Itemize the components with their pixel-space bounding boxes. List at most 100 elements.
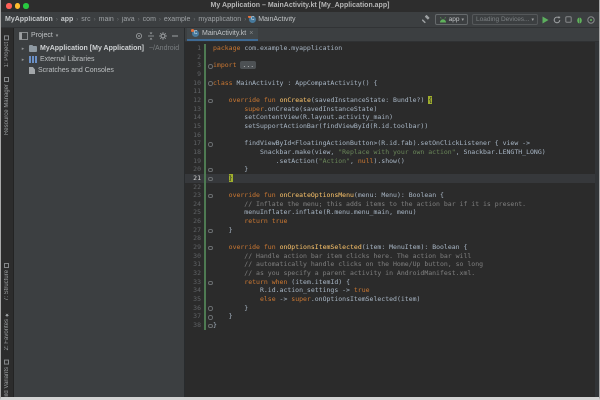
fold-marker-icon[interactable]	[206, 226, 213, 235]
main-content: 1: Project Resource Manager 7: Structure 2…	[1, 28, 599, 397]
code-line-29[interactable]: 29 override fun onOptionsItemSelected(it…	[185, 243, 599, 252]
code-line-15[interactable]: 15 setSupportActionBar(findViewById(R.id…	[185, 122, 599, 131]
tool-stripe-button-resource-manager[interactable]: Resource Manager	[4, 77, 10, 135]
tree-item-folder[interactable]: ▸MyApplication [My Application]~/Android	[14, 43, 184, 54]
code-line-34[interactable]: 34 R.id.action_settings -> true	[185, 286, 599, 295]
locate-file-icon[interactable]	[134, 31, 143, 40]
hide-panel-icon[interactable]	[170, 31, 179, 40]
settings-gear-icon[interactable]	[158, 31, 167, 40]
code-line-26[interactable]: 26 return true	[185, 217, 599, 226]
collapse-all-icon[interactable]	[146, 31, 155, 40]
code-line-25[interactable]: 25 menuInflater.inflate(R.menu.menu_main…	[185, 208, 599, 217]
code-line-3[interactable]: 3import ...	[185, 61, 599, 70]
fold-marker-icon[interactable]	[206, 165, 213, 174]
code-line-9[interactable]: 9	[185, 70, 599, 79]
code-text: super.onCreate(savedInstanceState)	[213, 105, 599, 114]
code-line-14[interactable]: 14 setContentView(R.layout.activity_main…	[185, 113, 599, 122]
code-line-38[interactable]: 38}	[185, 321, 599, 330]
fold-marker-icon[interactable]	[206, 139, 213, 148]
breadcrumb-item-java[interactable]: java	[122, 16, 135, 23]
line-number: 20	[185, 165, 201, 174]
line-number: 1	[185, 44, 201, 53]
tree-item-path: ~/Android	[149, 45, 179, 52]
code-line-30[interactable]: 30 // Handle action bar item clicks here…	[185, 252, 599, 261]
minimize-window-button[interactable]	[15, 3, 21, 9]
code-line-35[interactable]: 35 else -> super.onOptionsItemSelected(i…	[185, 295, 599, 304]
code-line-33[interactable]: 33 return when (item.itemId) {	[185, 278, 599, 287]
fold-marker-icon[interactable]	[206, 243, 213, 252]
code-line-22[interactable]: 22	[185, 183, 599, 192]
tool-stripe-button-structure[interactable]: 7: Structure	[4, 263, 10, 301]
code-text: class MainActivity : AppCompatActivity()…	[213, 79, 599, 88]
close-window-button[interactable]	[6, 3, 12, 9]
breadcrumb-item-app[interactable]: app	[61, 16, 73, 23]
run-configuration-select[interactable]: app ▾	[435, 14, 468, 25]
fold-marker-icon[interactable]	[206, 278, 213, 287]
apply-changes-icon[interactable]	[553, 16, 561, 24]
chevron-down-icon: ▾	[461, 17, 464, 23]
fold-marker-icon[interactable]	[206, 304, 213, 313]
code-text: findViewById<FloatingActionButton>(R.id.…	[213, 139, 599, 148]
project-panel-title[interactable]: Project	[31, 32, 53, 39]
code-line-18[interactable]: 18 Snackbar.make(view, "Replace with you…	[185, 148, 599, 157]
breadcrumb-item-myapplication[interactable]: myapplication	[198, 16, 241, 23]
code-text: }	[213, 312, 599, 321]
code-line-28[interactable]: 28	[185, 234, 599, 243]
tree-item-scratches[interactable]: Scratches and Consoles	[14, 65, 184, 76]
breadcrumb-item-com[interactable]: com	[143, 16, 156, 23]
code-line-24[interactable]: 24 // Inflate the menu; this adds items …	[185, 200, 599, 209]
code-text: }	[213, 174, 599, 183]
fold-marker-icon[interactable]	[206, 61, 213, 70]
line-number: 14	[185, 113, 201, 122]
code-line-13[interactable]: 13 super.onCreate(savedInstanceState)	[185, 105, 599, 114]
kotlin-class-icon: C	[249, 16, 256, 23]
code-line-10[interactable]: 10class MainActivity : AppCompatActivity…	[185, 79, 599, 88]
tool-stripe-button-favorites[interactable]: 2: Favorites★	[4, 311, 10, 350]
fold-marker-icon[interactable]	[206, 96, 213, 105]
code-line-1[interactable]: 1package com.example.myapplication	[185, 44, 599, 53]
fold-marker-icon[interactable]	[206, 312, 213, 321]
fold-marker-icon[interactable]	[206, 191, 213, 200]
code-line-23[interactable]: 23 override fun onCreateOptionsMenu(menu…	[185, 191, 599, 200]
breadcrumb-item-src[interactable]: src	[81, 16, 90, 23]
editor-scrollbar[interactable]	[595, 42, 599, 397]
code-line-2[interactable]: 2	[185, 53, 599, 62]
code-line-16[interactable]: 16	[185, 131, 599, 140]
debug-button[interactable]	[576, 16, 583, 24]
code-line-20[interactable]: 20 }	[185, 165, 599, 174]
close-tab-icon[interactable]: ×	[249, 30, 253, 37]
code-line-11[interactable]: 11	[185, 87, 599, 96]
run-button[interactable]	[542, 16, 549, 24]
profiler-icon[interactable]	[587, 16, 595, 24]
build-hammer-icon[interactable]	[422, 15, 431, 24]
code-line-19[interactable]: 19 .setAction("Action", null).show()	[185, 157, 599, 166]
code-line-17[interactable]: 17 findViewById<FloatingActionButton>(R.…	[185, 139, 599, 148]
code-line-32[interactable]: 32 // as you specify a parent activity i…	[185, 269, 599, 278]
fold-marker-icon[interactable]	[206, 174, 213, 183]
breadcrumb-separator: ›	[193, 17, 195, 23]
tool-stripe-button-build-variants[interactable]: Build Variants	[4, 360, 10, 397]
code-line-31[interactable]: 31 // automatically handle clicks on the…	[185, 260, 599, 269]
zoom-window-button[interactable]	[23, 3, 29, 9]
expand-arrow-icon[interactable]: ▸	[20, 57, 26, 63]
tab-mainactivity[interactable]: C MainActivity.kt ×	[187, 28, 258, 41]
fold-marker-icon[interactable]	[206, 321, 213, 330]
code-line-21[interactable]: 21 }	[185, 174, 599, 183]
code-line-37[interactable]: 37 }	[185, 312, 599, 321]
code-line-27[interactable]: 27 }	[185, 226, 599, 235]
breadcrumb-item-main[interactable]: main	[99, 16, 114, 23]
tool-stripe-button-project[interactable]: 1: Project	[4, 35, 10, 67]
breadcrumb-item-myapplication[interactable]: MyApplication	[5, 16, 53, 23]
device-selector[interactable]: Loading Devices... ▾	[472, 14, 538, 25]
code-line-36[interactable]: 36 }	[185, 304, 599, 313]
profile-button-icon[interactable]	[565, 16, 572, 23]
tree-item-libraries[interactable]: ▸External Libraries	[14, 54, 184, 65]
fold-marker-icon[interactable]	[206, 79, 213, 88]
code-editor[interactable]: 1package com.example.myapplication23impo…	[185, 42, 599, 397]
project-panel-header: Project ▾	[14, 28, 184, 43]
breadcrumb-item-example[interactable]: example	[164, 16, 190, 23]
breadcrumb-item-mainactivity[interactable]: CMainActivity	[249, 16, 295, 23]
chevron-down-icon[interactable]: ▾	[56, 33, 59, 39]
expand-arrow-icon[interactable]: ▸	[20, 46, 26, 52]
code-line-12[interactable]: 12 override fun onCreate(savedInstanceSt…	[185, 96, 599, 105]
